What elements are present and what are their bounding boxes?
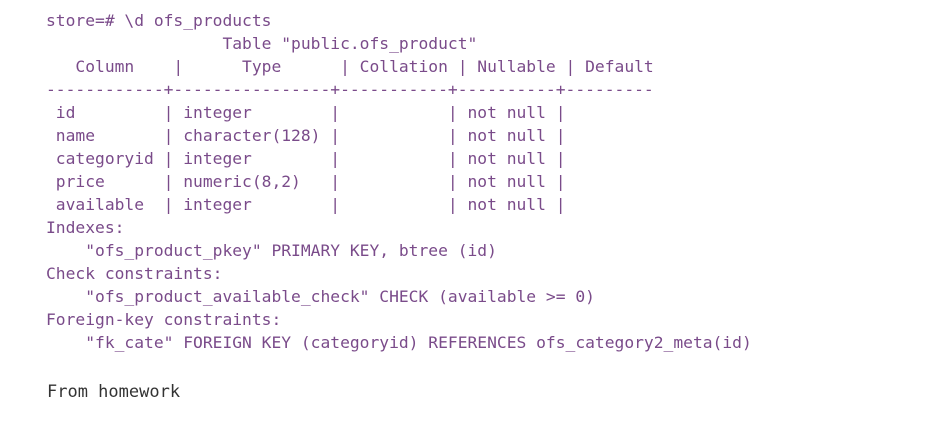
table-header: Column | Type | Collation | Nullable | D… bbox=[46, 57, 654, 76]
indexes-label: Indexes: bbox=[46, 218, 125, 237]
table-row: categoryid | integer | | not null | bbox=[46, 149, 566, 168]
check-constraint-definition: "ofs_product_available_check" CHECK (ava… bbox=[46, 287, 595, 306]
terminal-output: store=# \d ofs_products Table "public.of… bbox=[46, 9, 926, 354]
foreign-key-definition: "fk_cate" FOREIGN KEY (categoryid) REFER… bbox=[46, 333, 752, 352]
psql-prompt-command: store=# \d ofs_products bbox=[46, 11, 272, 30]
table-row: price | numeric(8,2) | | not null | bbox=[46, 172, 566, 191]
check-constraints-label: Check constraints: bbox=[46, 264, 223, 283]
table-separator: ------------+----------------+----------… bbox=[46, 80, 654, 99]
index-definition: "ofs_product_pkey" PRIMARY KEY, btree (i… bbox=[46, 241, 497, 260]
table-row: available | integer | | not null | bbox=[46, 195, 566, 214]
foreign-key-label: Foreign-key constraints: bbox=[46, 310, 282, 329]
table-row: id | integer | | not null | bbox=[46, 103, 566, 122]
table-row: name | character(128) | | not null | bbox=[46, 126, 566, 145]
caption-text: From homework bbox=[47, 382, 181, 402]
table-title: Table "public.ofs_product" bbox=[46, 34, 478, 53]
